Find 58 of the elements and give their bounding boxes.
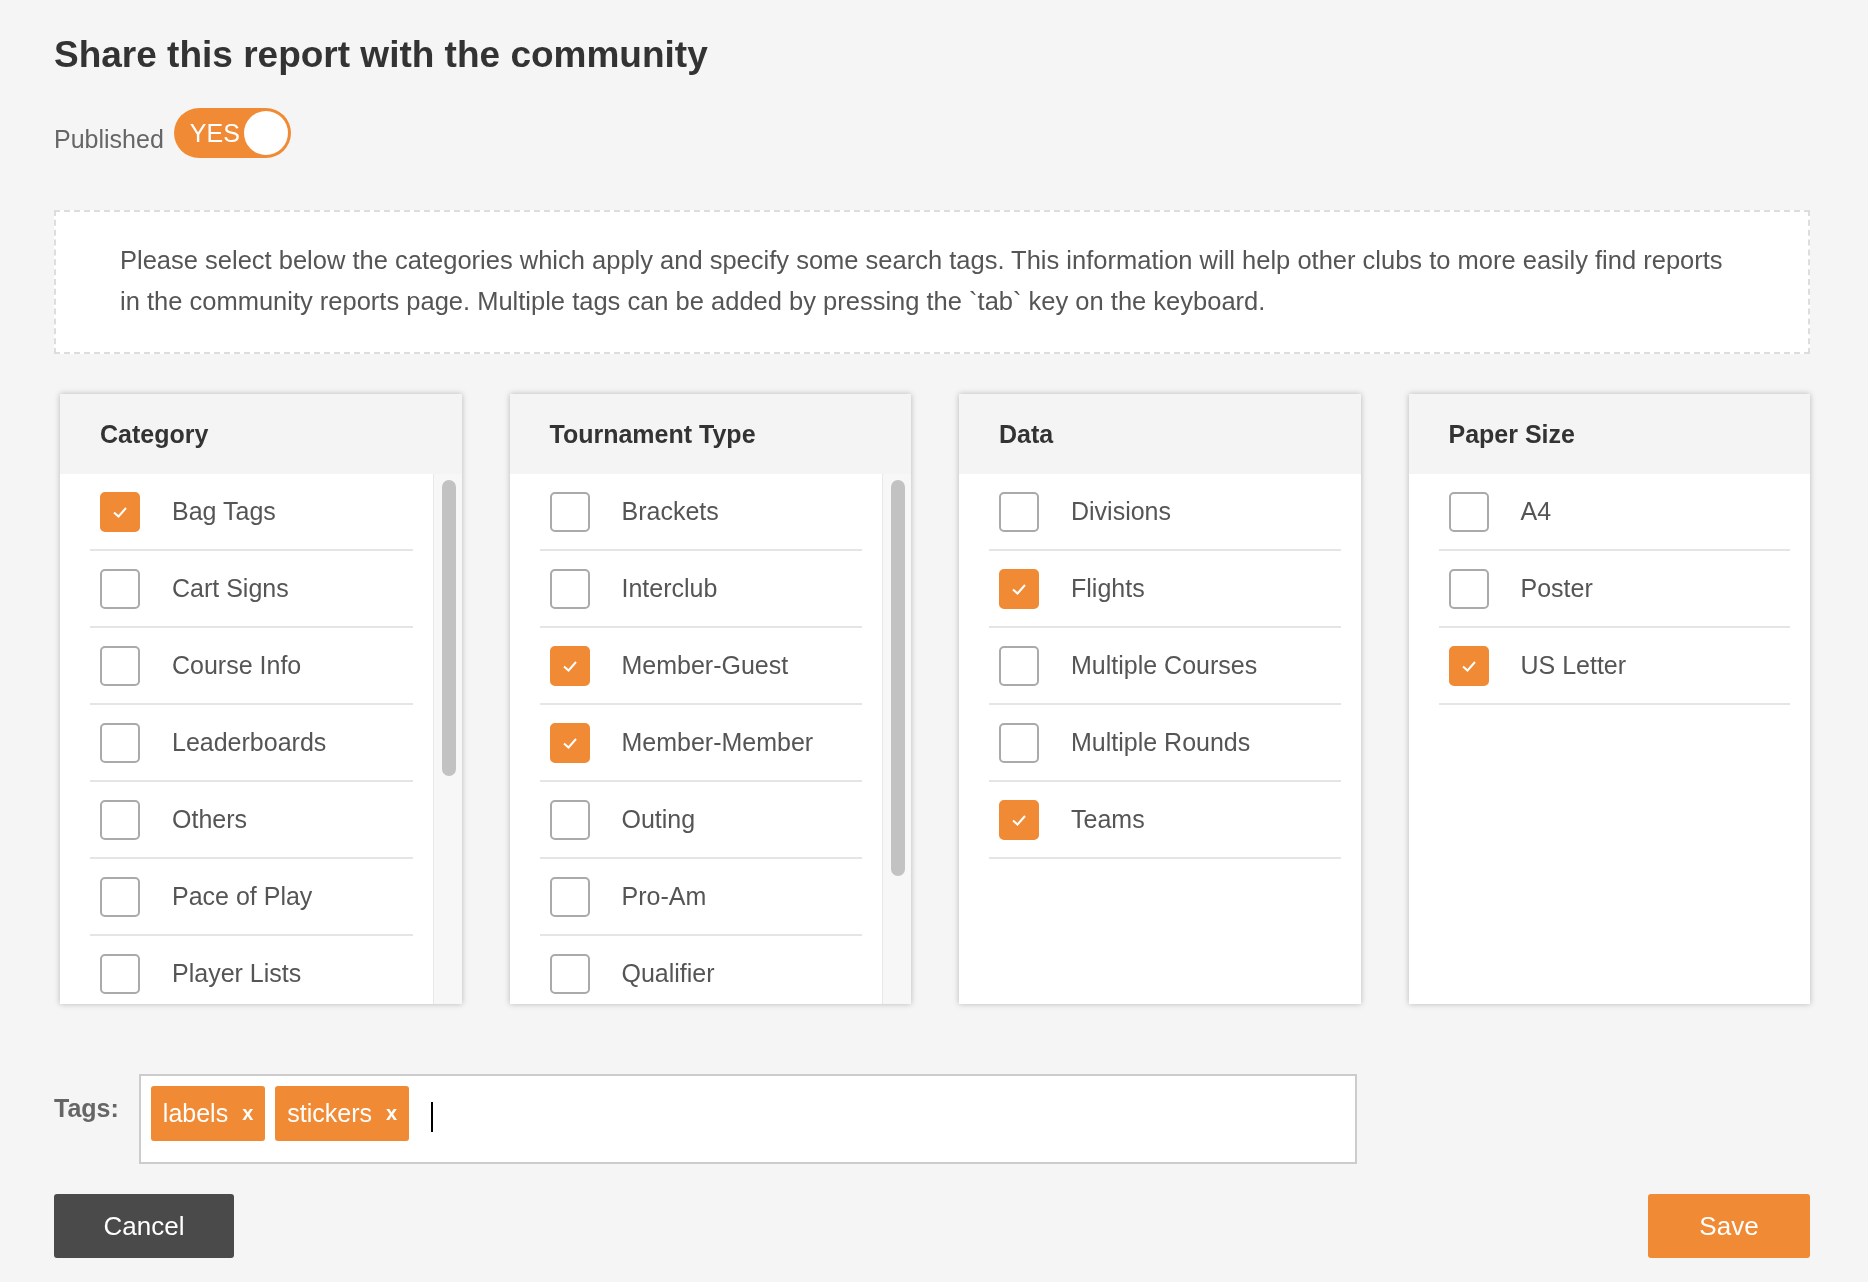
checkbox-label[interactable]: Bag Tags [172, 497, 276, 526]
checkbox-label[interactable]: Poster [1520, 574, 1593, 603]
checkbox[interactable] [549, 876, 590, 917]
checkbox-label[interactable]: Interclub [621, 574, 718, 603]
checkbox[interactable] [999, 568, 1039, 609]
checkbox[interactable] [549, 645, 590, 686]
checkbox[interactable] [549, 568, 590, 609]
checkbox-label[interactable]: Leaderboards [172, 728, 327, 757]
checkbox-label[interactable]: Divisions [1071, 497, 1172, 526]
cancel-button[interactable]: Cancel [54, 1194, 234, 1258]
checkbox[interactable] [1448, 568, 1489, 609]
checkbox[interactable] [100, 722, 140, 763]
checkbox-label[interactable]: Brackets [621, 497, 719, 526]
checkbox-label[interactable]: Others [172, 805, 248, 834]
checkbox[interactable] [100, 953, 140, 994]
checkbox-label[interactable]: Course Info [172, 651, 302, 680]
checkbox[interactable] [1448, 645, 1489, 686]
panel-title: Tournament Type [549, 419, 756, 449]
checkbox-label[interactable]: Multiple Courses [1071, 651, 1258, 680]
checkbox[interactable] [999, 645, 1039, 686]
info-notice: Please select below the categories which apply and specify some search tags. This information will help other clubs to more easily find reports in the community reports page. Multiple tags can be added by pressing the `tab` key on the keyboard. [54, 210, 1810, 354]
checkbox-label[interactable]: A4 [1520, 497, 1552, 526]
checkbox[interactable] [100, 491, 140, 532]
checkbox-label[interactable]: Multiple Rounds [1071, 728, 1251, 757]
checkbox[interactable] [549, 722, 590, 763]
checkbox-label[interactable]: Member-Member [621, 728, 814, 757]
checkbox[interactable] [549, 799, 590, 840]
checkbox[interactable] [100, 799, 140, 840]
checkbox-label[interactable]: Player Lists [172, 959, 302, 988]
checkbox-label[interactable]: Flights [1071, 574, 1145, 603]
checkbox[interactable] [999, 799, 1039, 840]
checkbox[interactable] [999, 491, 1039, 532]
checkbox-label[interactable]: Qualifier [621, 959, 715, 988]
panel-title: Category [100, 419, 209, 449]
checkbox[interactable] [999, 722, 1039, 763]
checkbox-label[interactable]: Member-Guest [621, 651, 789, 680]
panel-title: Paper Size [1448, 419, 1575, 449]
checkbox-label[interactable]: Pro-Am [621, 882, 707, 911]
page-title: Share this report with the community [54, 34, 709, 76]
checkbox[interactable] [100, 876, 140, 917]
checkbox-label[interactable]: Cart Signs [172, 574, 289, 603]
checkbox[interactable] [549, 491, 590, 532]
checkbox-label[interactable]: Outing [621, 805, 696, 834]
checkbox-label[interactable]: Pace of Play [172, 882, 313, 911]
checkbox-label[interactable]: US Letter [1520, 651, 1627, 680]
tag-text: labels [162, 1099, 229, 1128]
checkbox[interactable] [100, 568, 140, 609]
checkbox[interactable] [1448, 491, 1489, 532]
scrollbar-thumb[interactable] [441, 480, 456, 776]
tags-label: Tags: [54, 1094, 119, 1124]
checkbox-label[interactable]: Teams [1071, 805, 1145, 834]
text-cursor [431, 1102, 434, 1132]
panel-title: Data [999, 419, 1054, 449]
scrollbar-thumb[interactable] [891, 480, 905, 876]
checkbox[interactable] [100, 645, 140, 686]
published-label: Published [54, 124, 164, 154]
tag-text: stickers [287, 1099, 372, 1128]
checkbox[interactable] [549, 953, 590, 994]
